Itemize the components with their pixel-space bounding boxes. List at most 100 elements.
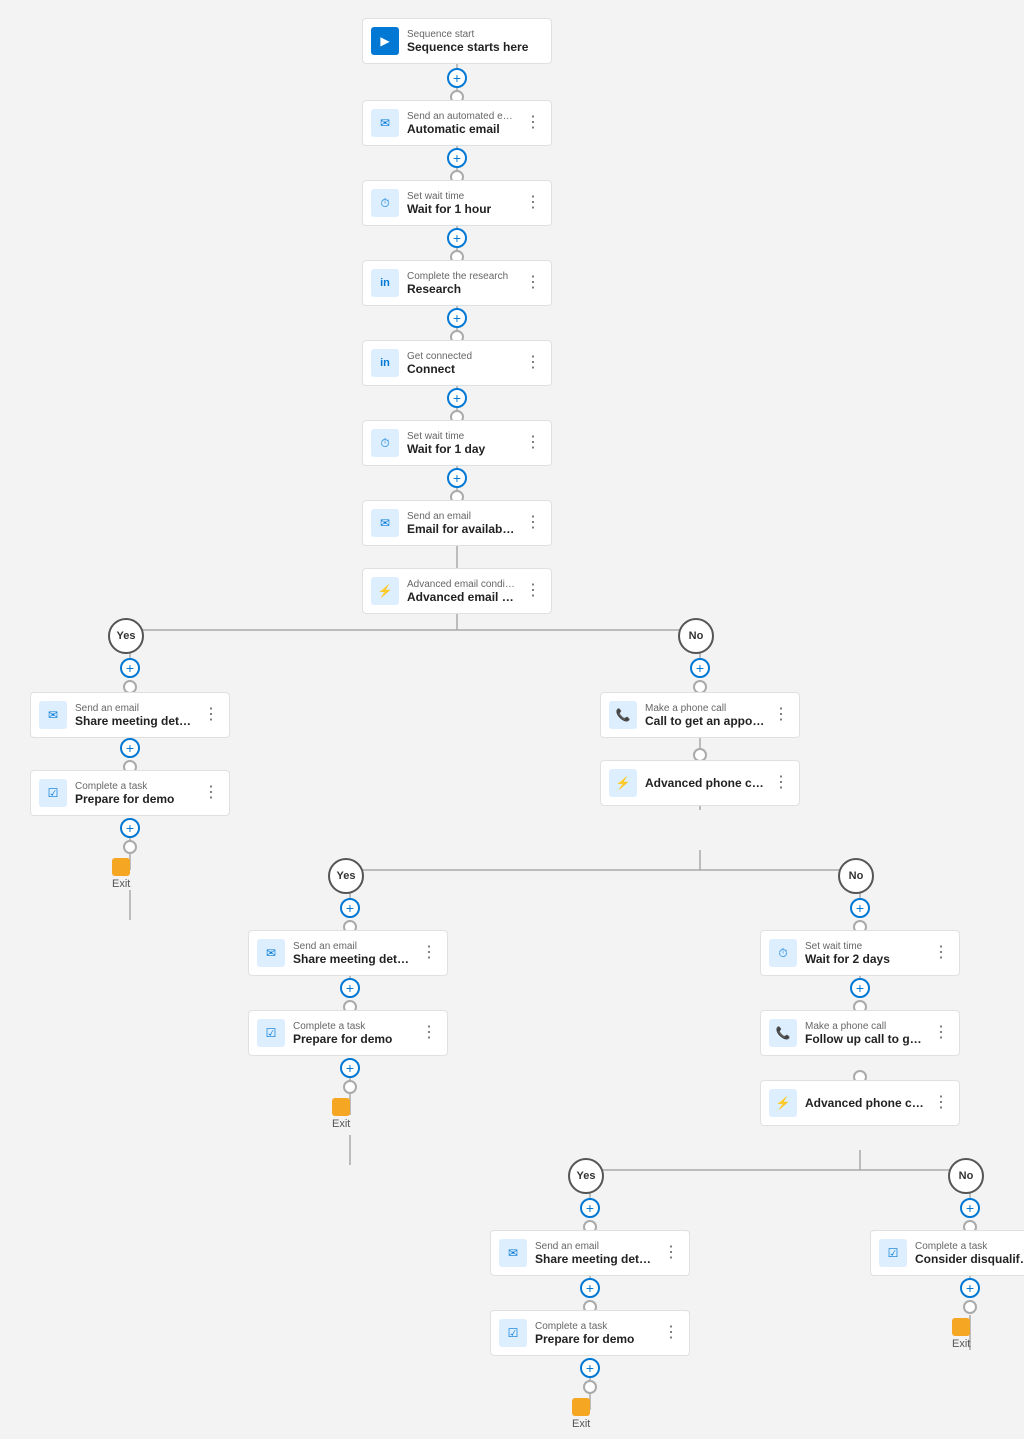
research-icon: in	[371, 269, 399, 297]
share-meeting-yes2-node: ✉ Send an email Share meeting details ⋮	[248, 930, 448, 976]
prepare-demo-yes3-subtitle: Complete a task	[535, 1321, 655, 1332]
share-meeting-yes2-subtitle: Send an email	[293, 941, 413, 952]
research-title: Research	[407, 282, 517, 296]
prepare-demo-yes2-more[interactable]: ⋮	[421, 1025, 437, 1041]
connect-more[interactable]: ⋮	[525, 355, 541, 371]
add-btn-no2-1[interactable]: +	[850, 898, 870, 918]
wait-2days-node: ⏱ Set wait time Wait for 2 days ⋮	[760, 930, 960, 976]
email-timeslots-node: ✉ Send an email Email for available time…	[362, 500, 552, 546]
share-meeting-glyph-2: ✉	[266, 946, 276, 960]
add-btn-yes2-2[interactable]: +	[340, 978, 360, 998]
add-btn-4[interactable]: +	[447, 308, 467, 328]
wait-1hour-text: Set wait time Wait for 1 hour	[407, 191, 517, 216]
prepare-demo-yes-subtitle: Complete a task	[75, 781, 195, 792]
exit-node-2: Exit	[332, 1098, 350, 1130]
start-icon-glyph: ▶	[380, 34, 389, 48]
prepare-demo-yes-text: Complete a task Prepare for demo	[75, 781, 195, 806]
add-btn-2[interactable]: +	[447, 148, 467, 168]
add-btn-yes3[interactable]: +	[120, 818, 140, 838]
yes-label-2: Yes	[328, 858, 364, 894]
email-timeslots-text: Send an email Email for available time s…	[407, 511, 517, 536]
share-meeting-yes2-more[interactable]: ⋮	[421, 945, 437, 961]
share-meeting-yes-subtitle: Send an email	[75, 703, 195, 714]
call-appointment-subtitle: Make a phone call	[645, 703, 765, 714]
research-subtitle: Complete the research	[407, 271, 517, 282]
advanced-email-node: ⚡ Advanced email conditions Advanced ema…	[362, 568, 552, 614]
yes-label-3: Yes	[568, 1158, 604, 1194]
advanced-phone-1-more[interactable]: ⋮	[773, 775, 789, 791]
disqualify-text: Complete a task Consider disqualifying t…	[915, 1241, 1024, 1266]
email-timeslots-more[interactable]: ⋮	[525, 515, 541, 531]
prepare-demo-yes3-node: ☑ Complete a task Prepare for demo ⋮	[490, 1310, 690, 1356]
call-icon-1: 📞	[609, 701, 637, 729]
advanced-phone-glyph-1: ⚡	[616, 776, 631, 790]
add-btn-yes3-3[interactable]: +	[580, 1358, 600, 1378]
research-more[interactable]: ⋮	[525, 275, 541, 291]
wait-2days-title: Wait for 2 days	[805, 952, 925, 966]
advanced-phone-icon-2: ⚡	[769, 1089, 797, 1117]
share-meeting-icon-2: ✉	[257, 939, 285, 967]
add-btn-yes3-2[interactable]: +	[580, 1278, 600, 1298]
prepare-demo-yes-more[interactable]: ⋮	[203, 785, 219, 801]
automatic-email-text: Send an automated email Automatic email	[407, 111, 517, 136]
email-timeslots-subtitle: Send an email	[407, 511, 517, 522]
prepare-demo-icon-3: ☑	[499, 1319, 527, 1347]
add-btn-no1[interactable]: +	[690, 658, 710, 678]
exit-node-3: Exit	[572, 1398, 590, 1430]
call-appointment-node: 📞 Make a phone call Call to get an appoi…	[600, 692, 800, 738]
wait-glyph-1: ⏱	[380, 196, 389, 211]
share-meeting-yes2-text: Send an email Share meeting details	[293, 941, 413, 966]
followup-call-more[interactable]: ⋮	[933, 1025, 949, 1041]
add-btn-6[interactable]: +	[447, 468, 467, 488]
share-meeting-yes3-title: Share meeting details	[535, 1252, 655, 1266]
add-btn-no3-1[interactable]: +	[960, 1198, 980, 1218]
disqualify-glyph: ☑	[888, 1246, 899, 1260]
exit-node-4: Exit	[952, 1318, 970, 1350]
add-btn-yes2-1[interactable]: +	[340, 898, 360, 918]
prepare-demo-yes3-more[interactable]: ⋮	[663, 1325, 679, 1341]
circle-yes3-3	[583, 1380, 597, 1394]
timeslot-icon: ✉	[371, 509, 399, 537]
share-meeting-yes-text: Send an email Share meeting details	[75, 703, 195, 728]
automatic-email-more[interactable]: ⋮	[525, 115, 541, 131]
add-btn-no2-2[interactable]: +	[850, 978, 870, 998]
share-meeting-yes3-more[interactable]: ⋮	[663, 1245, 679, 1261]
disqualify-icon: ☑	[879, 1239, 907, 1267]
wait-1hour-title: Wait for 1 hour	[407, 202, 517, 216]
add-btn-1[interactable]: +	[447, 68, 467, 88]
advanced-phone-2-more[interactable]: ⋮	[933, 1095, 949, 1111]
add-btn-yes2-3[interactable]: +	[340, 1058, 360, 1078]
add-btn-yes2[interactable]: +	[120, 738, 140, 758]
add-btn-5[interactable]: +	[447, 388, 467, 408]
sequence-start-title: Sequence starts here	[407, 40, 541, 54]
call-appointment-more[interactable]: ⋮	[773, 707, 789, 723]
wait-1day-more[interactable]: ⋮	[525, 435, 541, 451]
linkedin-glyph-1: in	[380, 277, 390, 289]
add-btn-yes1[interactable]: +	[120, 658, 140, 678]
advanced-phone-2-title: Advanced phone condition	[805, 1096, 925, 1110]
sequence-start-text: Sequence start Sequence starts here	[407, 29, 541, 54]
share-meeting-yes-more[interactable]: ⋮	[203, 707, 219, 723]
share-meeting-yes3-text: Send an email Share meeting details	[535, 1241, 655, 1266]
prepare-demo-icon-2: ☑	[257, 1019, 285, 1047]
wait-2days-more[interactable]: ⋮	[933, 945, 949, 961]
connect-title: Connect	[407, 362, 517, 376]
add-btn-yes3-1[interactable]: +	[580, 1198, 600, 1218]
followup-call-subtitle: Make a phone call	[805, 1021, 925, 1032]
prepare-demo-glyph-3: ☑	[508, 1326, 519, 1340]
exit-label-2: Exit	[332, 1118, 350, 1130]
wait-1hour-subtitle: Set wait time	[407, 191, 517, 202]
disqualify-subtitle: Complete a task	[915, 1241, 1024, 1252]
add-btn-3[interactable]: +	[447, 228, 467, 248]
wait-1hour-more[interactable]: ⋮	[525, 195, 541, 211]
exit-label-3: Exit	[572, 1418, 590, 1430]
call-glyph-1: 📞	[616, 708, 631, 722]
advanced-email-more[interactable]: ⋮	[525, 583, 541, 599]
prepare-demo-yes2-title: Prepare for demo	[293, 1032, 413, 1046]
advanced-phone-1-title: Advanced phone condition	[645, 776, 765, 790]
advanced-email-text: Advanced email conditions Advanced email…	[407, 579, 517, 604]
add-btn-no3-2[interactable]: +	[960, 1278, 980, 1298]
followup-call-icon: 📞	[769, 1019, 797, 1047]
email-timeslots-title: Email for available time slots	[407, 522, 517, 536]
automatic-email-title: Automatic email	[407, 122, 517, 136]
